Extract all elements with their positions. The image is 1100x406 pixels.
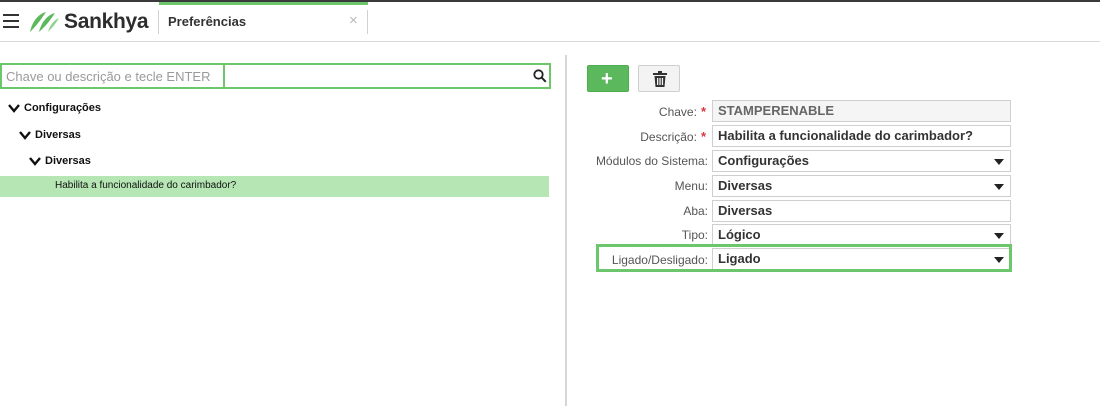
tree-leaf-selected[interactable]: Habilita a funcionalidade do carimbador? <box>0 176 549 197</box>
aba-field[interactable]: Diversas <box>712 200 1011 222</box>
tree-node-label: Configurações <box>24 102 102 114</box>
app-header: Sankhya Preferências × <box>0 2 1100 42</box>
modulos-value: Configurações <box>718 153 810 168</box>
required-mark: * <box>700 129 706 144</box>
tipo-select[interactable]: Lógico <box>712 224 1011 246</box>
chevron-down-icon <box>19 131 31 140</box>
sankhya-logo: Sankhya <box>28 8 149 36</box>
active-tab-indicator <box>159 2 368 5</box>
search-box <box>0 63 551 89</box>
required-mark: * <box>700 104 706 119</box>
caret-down-icon <box>994 233 1004 239</box>
plus-icon: + <box>601 68 613 90</box>
logo-text: Sankhya <box>64 10 149 33</box>
menu-value: Diversas <box>718 178 773 193</box>
search-icon[interactable] <box>533 69 547 83</box>
aba-label: Aba: <box>683 204 708 218</box>
chave-field[interactable]: STAMPERENABLE <box>712 100 1011 122</box>
menu-select[interactable]: Diversas <box>712 175 1011 197</box>
menu-icon[interactable] <box>3 14 19 28</box>
tree-node-diversas-child[interactable]: Diversas <box>29 151 91 171</box>
menu-label: Menu: <box>674 179 708 193</box>
descricao-label: Descrição: * <box>506 129 706 144</box>
modulos-label: Módulos do Sistema: <box>595 154 708 168</box>
chave-value: STAMPERENABLE <box>718 103 835 118</box>
tipo-value: Lógico <box>718 227 761 242</box>
descricao-value: Habilita a funcionalidade do carimbador? <box>718 128 973 143</box>
modulos-select[interactable]: Configurações <box>712 150 1011 172</box>
chave-label-text: Chave: <box>658 105 697 119</box>
sankhya-leaf-icon <box>30 12 59 32</box>
descricao-field[interactable]: Habilita a funcionalidade do carimbador? <box>712 125 1011 147</box>
tipo-label: Tipo: <box>681 228 708 242</box>
delete-button[interactable] <box>638 65 680 92</box>
chave-label: Chave: * <box>506 104 706 119</box>
ligado-value: Ligado <box>718 251 761 266</box>
chevron-down-icon <box>8 104 20 113</box>
ligado-label: Ligado/Desligado: <box>611 253 708 267</box>
descricao-label-text: Descrição: <box>640 130 697 144</box>
search-input[interactable] <box>6 67 526 85</box>
tree-node-label: Diversas <box>45 155 91 167</box>
add-button[interactable]: + <box>587 65 629 92</box>
caret-down-icon <box>994 257 1004 263</box>
tree-node-label: Diversas <box>35 129 81 141</box>
caret-down-icon <box>994 184 1004 190</box>
aba-value: Diversas <box>718 203 773 218</box>
close-icon[interactable]: × <box>349 12 358 29</box>
tab-divider <box>367 10 368 34</box>
tree-node-diversas[interactable]: Diversas <box>19 125 81 145</box>
caret-down-icon <box>994 159 1004 165</box>
chevron-down-icon <box>29 157 41 166</box>
tree-leaf-label: Habilita a funcionalidade do carimbador? <box>55 180 237 191</box>
tab-preferencias[interactable]: Preferências × <box>159 2 368 42</box>
ligado-select[interactable]: Ligado <box>712 248 1011 270</box>
tree-node-configuracoes[interactable]: Configurações <box>8 98 101 118</box>
trash-icon <box>653 71 667 87</box>
tab-label: Preferências <box>168 14 247 29</box>
